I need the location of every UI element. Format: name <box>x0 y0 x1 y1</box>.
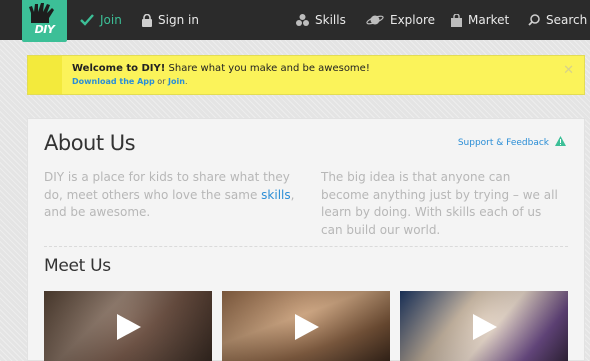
market-link[interactable]: Market <box>451 11 509 29</box>
notice-subtext: Download the App or Join. <box>72 77 188 86</box>
video-thumbnail-3[interactable] <box>400 291 568 361</box>
para1-before: DIY is a place for kids to share what th… <box>44 170 290 202</box>
page-title: About Us <box>44 131 136 155</box>
diy-logo[interactable]: DIY <box>22 0 67 42</box>
video-thumbnail-2[interactable] <box>222 291 390 361</box>
search-link[interactable]: Search <box>528 11 587 29</box>
top-nav-bar: DIY Join Sign in Skills Explore Market S… <box>0 0 590 42</box>
explore-label: Explore <box>390 13 436 27</box>
close-icon[interactable]: ✕ <box>563 63 574 78</box>
join-label: Join <box>100 13 122 27</box>
signin-label: Sign in <box>158 13 199 27</box>
skills-icon <box>296 14 309 26</box>
notice-or-text: or <box>154 77 169 86</box>
about-paragraph-2: The big idea is that anyone can become a… <box>321 170 558 237</box>
search-icon <box>528 14 540 26</box>
warning-icon <box>555 136 566 149</box>
join-link[interactable]: Join <box>80 11 122 29</box>
logo-text: DIY <box>34 23 55 36</box>
market-label: Market <box>468 13 510 27</box>
notice-title-bold: Welcome to DIY! <box>72 63 166 74</box>
play-icon <box>473 313 497 340</box>
skills-inline-link[interactable]: skills <box>261 188 290 202</box>
hand-logo-icon <box>29 3 54 23</box>
lock-icon <box>142 13 152 27</box>
planet-icon <box>366 14 384 26</box>
skills-label: Skills <box>315 13 346 27</box>
signin-link[interactable]: Sign in <box>142 11 199 29</box>
notice-title-rest: Share what you make and be awesome! <box>165 63 370 74</box>
notice-period: . <box>184 77 188 86</box>
search-label: Search <box>546 13 588 27</box>
skills-link[interactable]: Skills <box>296 11 346 29</box>
play-icon <box>295 313 319 340</box>
welcome-notice: Welcome to DIY! Share what you make and … <box>27 55 585 95</box>
download-app-link[interactable]: Download the App <box>72 77 155 86</box>
about-card: About Us Support & Feedback DIY is a pla… <box>27 118 585 361</box>
about-paragraph-1: DIY is a place for kids to share what th… <box>44 169 306 222</box>
support-label: Support & Feedback <box>457 137 549 148</box>
checkmark-icon <box>80 14 94 26</box>
notice-join-link[interactable]: Join <box>168 77 185 86</box>
shopping-bag-icon <box>451 13 462 27</box>
support-feedback-link[interactable]: Support & Feedback <box>458 136 566 149</box>
explore-link[interactable]: Explore <box>366 11 435 29</box>
notice-title: Welcome to DIY! Share what you make and … <box>72 63 370 74</box>
play-icon <box>117 313 141 340</box>
notice-accent-stripe <box>28 56 62 94</box>
video-thumbnail-1[interactable] <box>44 291 212 361</box>
meet-us-heading: Meet Us <box>44 256 111 276</box>
section-divider <box>44 246 568 247</box>
